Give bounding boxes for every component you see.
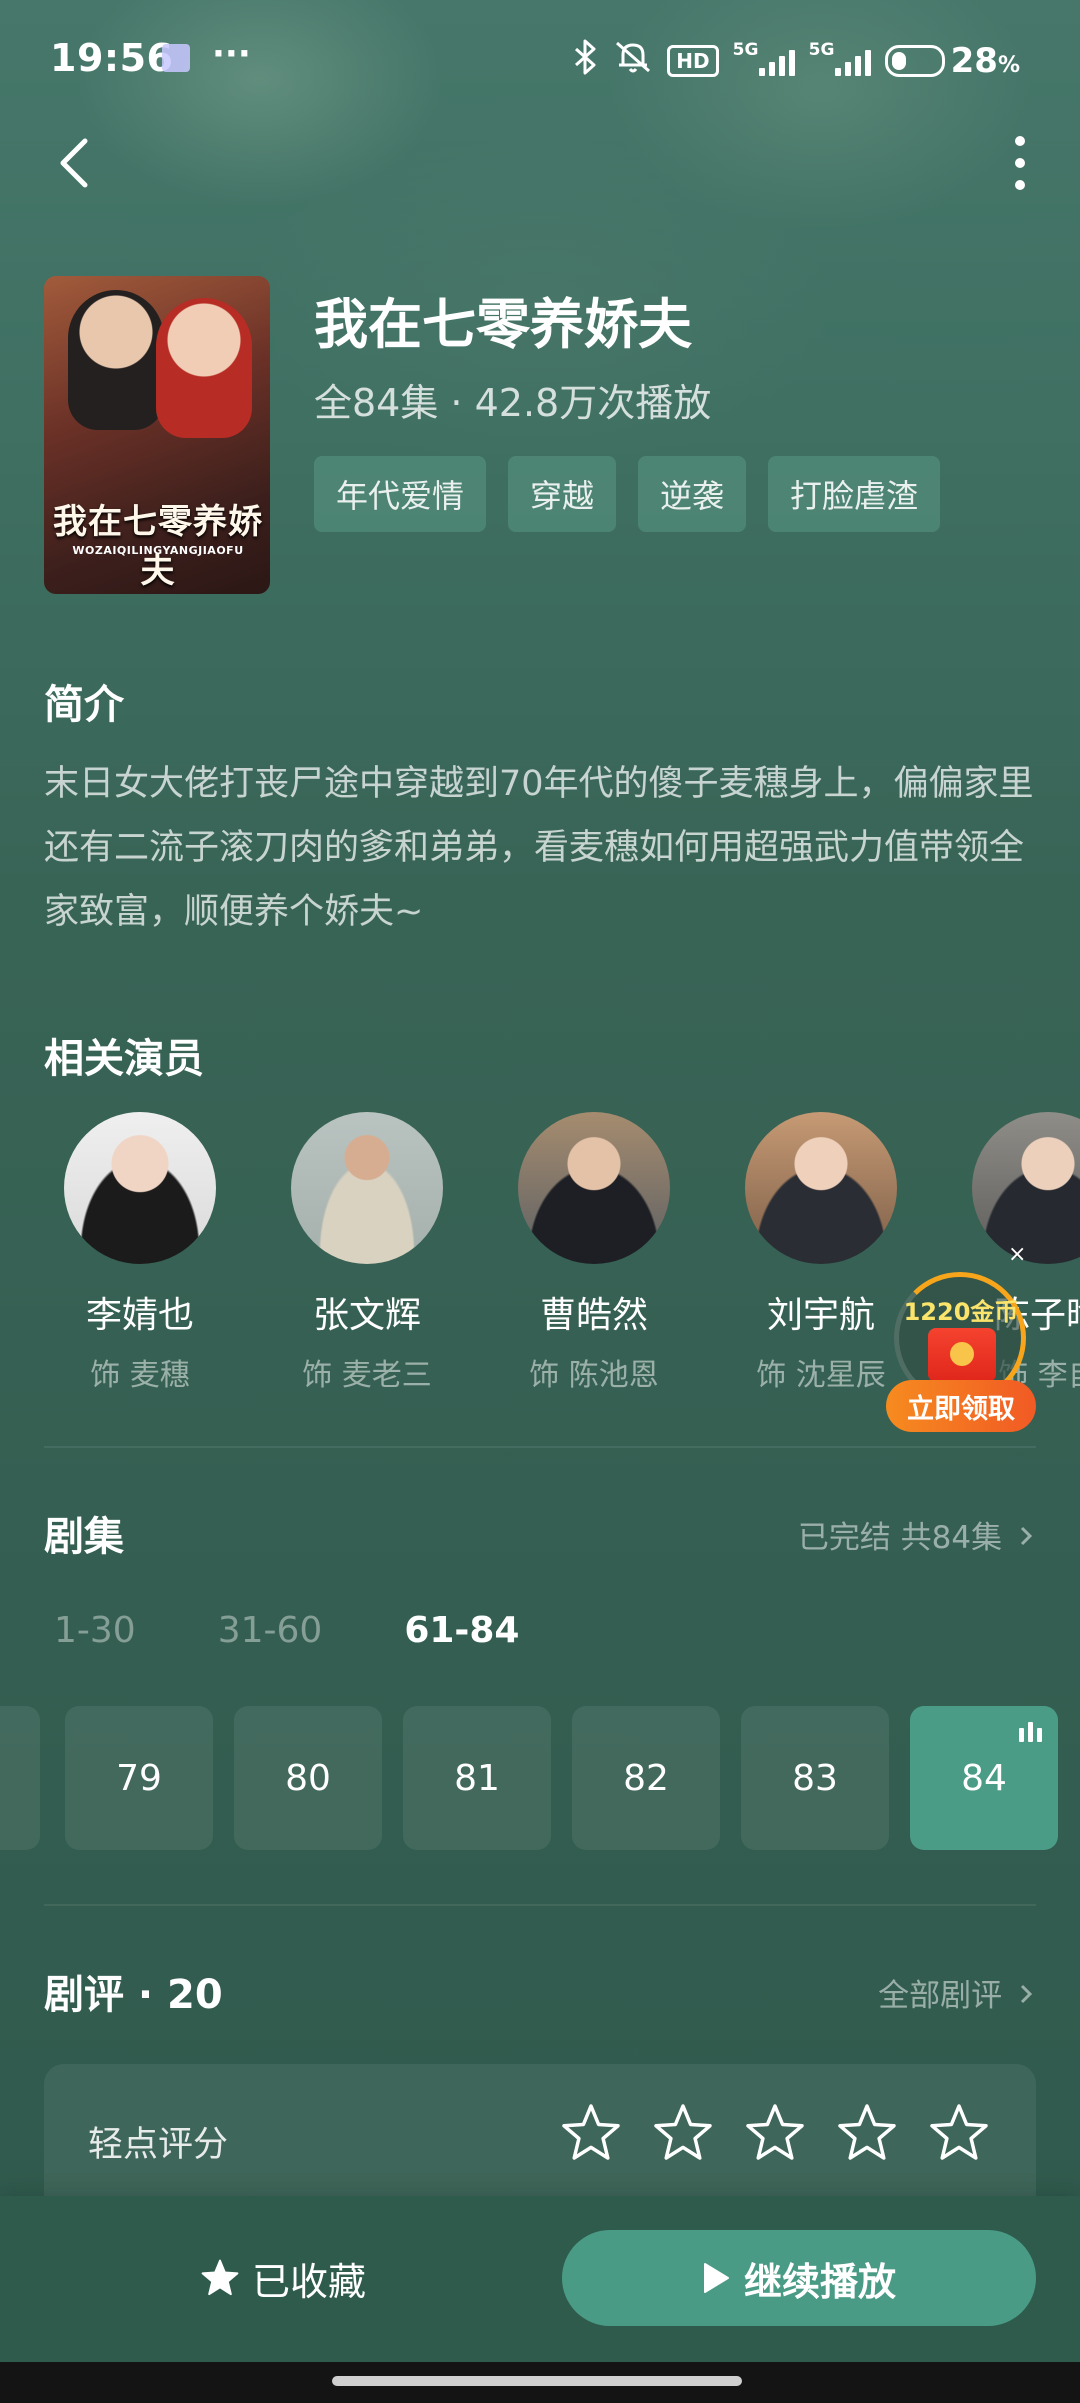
- cast-title: 相关演员: [44, 1036, 204, 1082]
- range-tab-3[interactable]: 61-84: [404, 1610, 519, 1651]
- divider: [44, 1446, 1036, 1448]
- tag-2[interactable]: 穿越: [508, 456, 617, 532]
- bottom-action-bar: 已收藏 继续播放: [0, 2196, 1080, 2362]
- episodes-title: 剧集: [44, 1514, 124, 1560]
- continue-play-label: 继续播放: [743, 2259, 896, 2304]
- actor-card-3[interactable]: 曹皓然 饰 陈池恩: [494, 1112, 694, 1394]
- chevron-left-icon: [60, 138, 88, 188]
- bluetooth-icon: [573, 39, 599, 83]
- episode-button[interactable]: 83: [741, 1706, 889, 1850]
- episodes-all-link[interactable]: 已完结 共84集: [798, 1512, 1034, 1557]
- tag-3[interactable]: 逆袭: [638, 456, 747, 532]
- more-notifications-icon: ···: [212, 34, 251, 74]
- synopsis-text: 末日女大佬打丧尸途中穿越到70年代的傻子麦穗身上，偏偏家里还有二流子滚刀肉的爹和…: [44, 764, 1034, 932]
- favorite-button[interactable]: 已收藏: [200, 2238, 366, 2318]
- actor-name: 李婧也: [85, 1295, 194, 1336]
- all-reviews-label: 全部剧评: [878, 1978, 1003, 2014]
- episode-button[interactable]: 78: [0, 1706, 40, 1850]
- drama-meta: 全84集 · 42.8万次播放: [314, 381, 712, 425]
- actor-avatar: [745, 1112, 897, 1264]
- star-rating: [560, 2102, 990, 2164]
- system-nav-bar: [0, 2362, 1080, 2403]
- playing-icon: [1019, 1722, 1042, 1742]
- drama-title: 我在七零养娇夫: [314, 293, 692, 356]
- episode-range-tabs: 1-30 31-60 61-84: [54, 1610, 601, 1651]
- back-button[interactable]: [44, 128, 104, 198]
- episode-button[interactable]: 79: [65, 1706, 213, 1850]
- poster-title: 我在七零养娇夫: [53, 502, 263, 591]
- actor-avatar: [518, 1112, 670, 1264]
- battery-level: 28: [950, 41, 998, 81]
- chevron-right-icon: [1020, 1984, 1033, 2004]
- actor-name: 曹皓然: [539, 1295, 648, 1336]
- signal-icon-1: 5G: [733, 40, 795, 76]
- more-options-button[interactable]: [990, 128, 1050, 198]
- episode-list: 78 79 80 81 82 83 84: [0, 1706, 1080, 1850]
- actor-name: 张文辉: [312, 1295, 421, 1336]
- continue-play-button[interactable]: 继续播放: [562, 2230, 1036, 2326]
- coin-amount: 1220金币: [903, 1298, 1019, 1326]
- actor-avatar: [291, 1112, 443, 1264]
- coin-reward-widget[interactable]: × 1220金币 立即领取: [886, 1242, 1036, 1434]
- episode-button[interactable]: 80: [234, 1706, 382, 1850]
- more-vertical-icon: [1015, 136, 1025, 190]
- mute-bell-icon: [613, 39, 653, 83]
- status-bar: 19:56 ··· HD 5G 5G 28%: [0, 0, 1080, 120]
- hd-badge: HD: [667, 45, 719, 77]
- status-icons: HD 5G 5G 28%: [573, 36, 1020, 86]
- red-envelope-icon: [928, 1328, 996, 1382]
- star-icon[interactable]: [928, 2102, 990, 2164]
- all-reviews-link[interactable]: 全部剧评: [878, 1970, 1034, 2015]
- status-time: 19:56: [50, 36, 174, 80]
- tag-1[interactable]: 年代爱情: [314, 456, 487, 532]
- star-filled-icon: [201, 2259, 239, 2296]
- star-icon[interactable]: [836, 2102, 898, 2164]
- synopsis-title: 简介: [44, 682, 124, 728]
- poster-subtitle: WOZAIQILINGYANGJIAOFU: [72, 544, 244, 557]
- actor-role: 饰 麦老三: [302, 1358, 432, 1393]
- range-tab-1[interactable]: 1-30: [54, 1610, 136, 1651]
- episode-button[interactable]: 81: [403, 1706, 551, 1850]
- wrench-icon: [162, 44, 190, 72]
- tag-list: 年代爱情 穿越 逆袭 打脸虐渣: [314, 456, 941, 532]
- divider: [44, 1904, 1036, 1906]
- actor-avatar: [64, 1112, 216, 1264]
- close-icon[interactable]: ×: [1008, 1242, 1026, 1267]
- reviews-title: 剧评 · 20: [44, 1972, 223, 2018]
- episode-button[interactable]: 82: [572, 1706, 720, 1850]
- star-icon[interactable]: [652, 2102, 714, 2164]
- screen: 19:56 ··· HD 5G 5G 28% 我在七零养娇夫 WOZAIQILI…: [0, 0, 1080, 2403]
- actor-card-2[interactable]: 张文辉 饰 麦老三: [267, 1112, 467, 1394]
- chevron-right-icon: [1020, 1526, 1033, 1546]
- battery-icon: [884, 45, 945, 77]
- battery-indicator: 28%: [884, 41, 1020, 81]
- star-icon[interactable]: [744, 2102, 806, 2164]
- rating-label: 轻点评分: [88, 2125, 229, 2165]
- actor-card-1[interactable]: 李婧也 饰 麦穗: [44, 1112, 240, 1394]
- episode-button-current[interactable]: 84: [910, 1706, 1058, 1850]
- range-tab-2[interactable]: 31-60: [218, 1610, 323, 1651]
- battery-unit: %: [997, 53, 1020, 78]
- actor-role: 饰 陈池恩: [529, 1358, 659, 1393]
- actor-role: 饰 麦穗: [90, 1358, 190, 1393]
- signal-icon-2: 5G: [809, 40, 871, 76]
- tag-4[interactable]: 打脸虐渣: [768, 456, 941, 532]
- play-icon: [703, 2263, 729, 2293]
- claim-button[interactable]: 立即领取: [886, 1380, 1036, 1432]
- star-icon[interactable]: [560, 2102, 622, 2164]
- drama-poster: 我在七零养娇夫 WOZAIQILINGYANGJIAOFU: [44, 276, 270, 594]
- episode-number: 84: [961, 1757, 1007, 1799]
- episodes-status: 已完结 共84集: [797, 1520, 1003, 1556]
- favorite-label: 已收藏: [252, 2259, 367, 2304]
- home-indicator[interactable]: [332, 2376, 742, 2386]
